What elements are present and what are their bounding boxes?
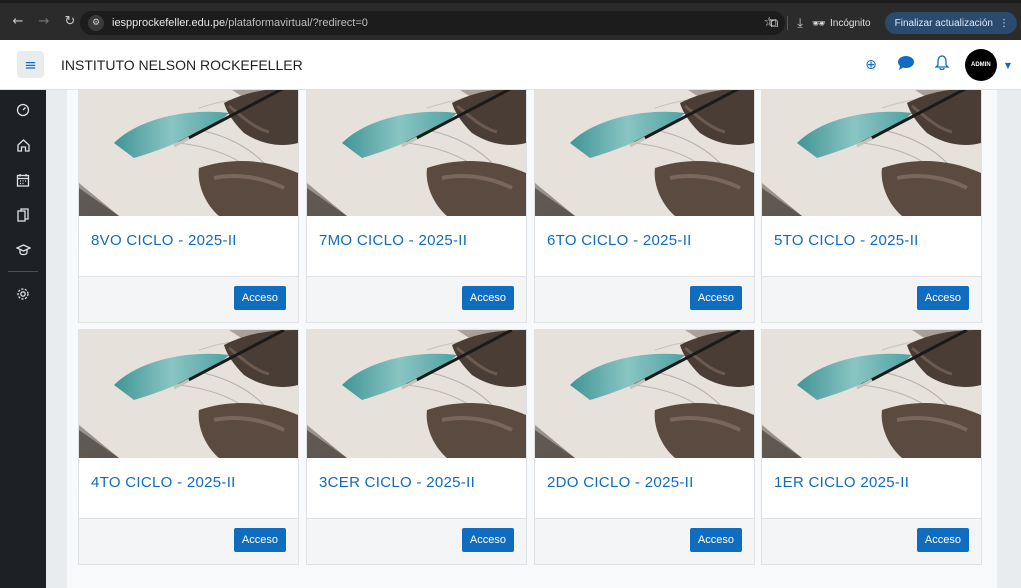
access-button[interactable]: Acceso	[916, 528, 969, 552]
rail-divider	[8, 271, 38, 272]
update-label: Finalizar actualización	[894, 17, 993, 29]
reload-icon[interactable]: ↻	[60, 14, 80, 29]
site-name[interactable]: INSTITUTO NELSON ROCKEFELLER	[61, 57, 303, 73]
course-title[interactable]: 5TO CICLO - 2025-II	[762, 216, 981, 276]
course-card: 5TO CICLO - 2025-II Acceso	[761, 90, 982, 323]
card-footer: Acceso	[79, 276, 298, 322]
course-title[interactable]: 2DO CICLO - 2025-II	[535, 458, 754, 518]
notifications-icon[interactable]	[934, 55, 950, 75]
menu-icon: ≡	[24, 55, 37, 74]
calendar-icon[interactable]	[0, 162, 46, 197]
access-button[interactable]: Acceso	[916, 286, 969, 310]
forward-icon[interactable]: →	[34, 14, 54, 29]
extensions-icon[interactable]: ⧉	[769, 16, 778, 31]
course-panel: 8VO CICLO - 2025-II Acceso 7MO CICLO - 20…	[67, 90, 997, 588]
address-bar[interactable]: ⚙ iespprockefeller.edu.pe/plataformavirt…	[80, 11, 785, 35]
back-icon[interactable]: ←	[8, 14, 28, 29]
course-title[interactable]: 8VO CICLO - 2025-II	[79, 216, 298, 276]
course-image[interactable]	[307, 90, 526, 216]
app-header: ≡ INSTITUTO NELSON ROCKEFELLER ⊕ ADMIN ▼	[0, 40, 1021, 90]
settings-icon[interactable]	[0, 276, 46, 311]
course-image[interactable]	[535, 90, 754, 216]
card-footer: Acceso	[762, 518, 981, 564]
card-footer: Acceso	[535, 276, 754, 322]
course-image[interactable]	[762, 90, 981, 216]
hamburger-menu-button[interactable]: ≡	[17, 51, 44, 78]
course-card: 2DO CICLO - 2025-II Acceso	[534, 329, 755, 565]
access-button[interactable]: Acceso	[689, 286, 742, 310]
menu-dots-icon: ⋮	[999, 17, 1009, 29]
course-image[interactable]	[307, 330, 526, 458]
access-button[interactable]: Acceso	[233, 286, 286, 310]
card-footer: Acceso	[79, 518, 298, 564]
download-icon[interactable]: ⤓	[797, 16, 803, 31]
access-button[interactable]: Acceso	[233, 528, 286, 552]
incognito-label: Incógnito	[830, 17, 871, 29]
course-image[interactable]	[79, 330, 298, 458]
url-text: iespprockefeller.edu.pe/plataformavirtua…	[112, 17, 368, 29]
scrollbar[interactable]	[1016, 90, 1021, 588]
card-footer: Acceso	[535, 518, 754, 564]
access-button[interactable]: Acceso	[461, 286, 514, 310]
course-title[interactable]: 6TO CICLO - 2025-II	[535, 216, 754, 276]
files-icon[interactable]	[0, 197, 46, 232]
card-footer: Acceso	[762, 276, 981, 322]
course-title[interactable]: 4TO CICLO - 2025-II	[79, 458, 298, 518]
browser-toolbar: ← → ↻ ⚙ iespprockefeller.edu.pe/platafor…	[0, 0, 1021, 40]
course-card: 7MO CICLO - 2025-II Acceso	[306, 90, 527, 323]
language-icon[interactable]: ⊕	[865, 57, 877, 73]
course-image[interactable]	[535, 330, 754, 458]
course-card: 4TO CICLO - 2025-II Acceso	[78, 329, 299, 565]
course-card: 3CER CICLO - 2025-II Acceso	[306, 329, 527, 565]
access-button[interactable]: Acceso	[689, 528, 742, 552]
dashboard-icon[interactable]	[0, 92, 46, 127]
card-footer: Acceso	[307, 276, 526, 322]
avatar[interactable]: ADMIN	[964, 49, 997, 81]
course-card: 6TO CICLO - 2025-II Acceso	[534, 90, 755, 323]
course-title[interactable]: 7MO CICLO - 2025-II	[307, 216, 526, 276]
course-image[interactable]	[79, 90, 298, 216]
incognito-indicator[interactable]: 🕶 Incógnito	[812, 17, 871, 30]
access-button[interactable]: Acceso	[461, 528, 514, 552]
update-button[interactable]: Finalizar actualización ⋮	[884, 12, 1017, 34]
graduation-cap-icon[interactable]	[0, 232, 46, 267]
home-icon[interactable]	[0, 127, 46, 162]
user-menu-caret-icon[interactable]: ▼	[1005, 61, 1011, 70]
left-drawer-rail	[0, 90, 46, 588]
incognito-icon: 🕶	[812, 16, 827, 30]
messages-icon[interactable]	[897, 55, 915, 75]
course-title[interactable]: 1ER CICLO 2025-II	[762, 458, 981, 518]
main-content: 8VO CICLO - 2025-II Acceso 7MO CICLO - 20…	[46, 90, 1021, 588]
course-title[interactable]: 3CER CICLO - 2025-II	[307, 458, 526, 518]
card-footer: Acceso	[307, 518, 526, 564]
avatar-text: ADMIN	[971, 62, 991, 68]
course-card: 8VO CICLO - 2025-II Acceso	[78, 90, 299, 323]
course-card: 1ER CICLO 2025-II Acceso	[761, 329, 982, 565]
course-image[interactable]	[762, 330, 981, 458]
site-info-icon[interactable]: ⚙	[88, 15, 104, 31]
